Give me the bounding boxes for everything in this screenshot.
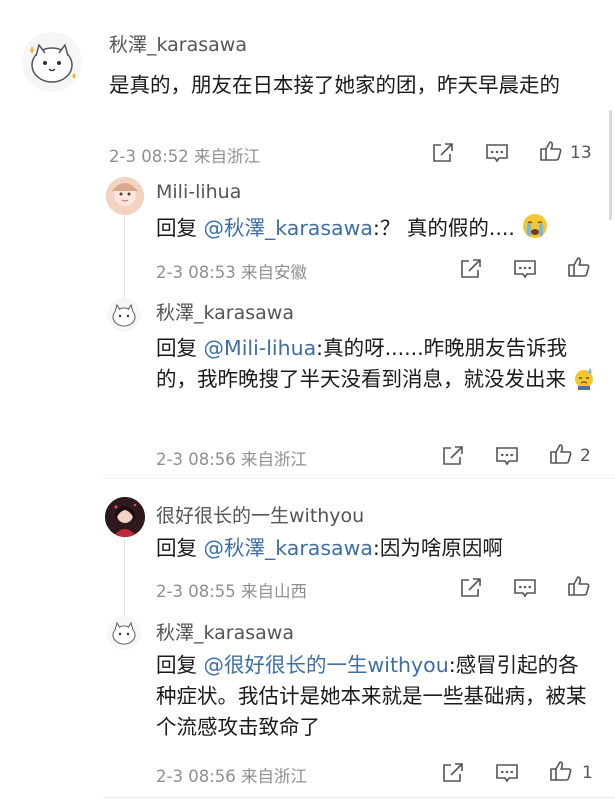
avatar[interactable]: [105, 497, 145, 537]
reply-meta: 2-3 08:56 来自浙江: [156, 450, 307, 469]
avatar-photo-icon: [106, 177, 144, 215]
reply-text: 回复 @秋澤_karasawa:因为啥原因啊: [156, 533, 596, 564]
avatar[interactable]: [107, 298, 141, 332]
share-icon[interactable]: [431, 142, 455, 164]
comment-icon[interactable]: [513, 577, 537, 599]
username[interactable]: Mili-lihua: [156, 181, 241, 203]
reply-prefix: 回复: [156, 653, 204, 677]
reply-body: :因为啥原因啊: [372, 536, 503, 560]
reply-text: 回复 @很好很长的一生withyou:感冒引起的各种症状。我估计是她本来就是一些…: [156, 650, 596, 743]
divider: [103, 797, 615, 798]
reply-meta: 2-3 08:55 来自山西: [156, 582, 307, 601]
divider: [103, 478, 615, 479]
reply-body: :？ 真的假的....: [372, 216, 515, 240]
mention-link[interactable]: @Mili-lihua: [204, 336, 317, 360]
like-count: 13: [570, 143, 592, 163]
comment-body: 是真的，朋友在日本接了她家的团，昨天早晨走的: [109, 73, 560, 97]
crying-face-icon: [521, 213, 549, 248]
like-count: 2: [580, 446, 591, 466]
share-icon[interactable]: [441, 445, 465, 467]
comment-meta: 2-3 08:52 来自浙江: [109, 147, 260, 166]
reply-prefix: 回复: [156, 336, 204, 360]
reply-meta: 2-3 08:56 来自浙江: [156, 767, 307, 786]
mention-link[interactable]: @很好很长的一生withyou: [204, 653, 449, 677]
share-icon[interactable]: [441, 762, 465, 784]
like-icon[interactable]: [539, 140, 563, 162]
comment-icon[interactable]: [485, 142, 509, 164]
username[interactable]: 秋澤_karasawa: [156, 298, 294, 325]
avatar[interactable]: [22, 32, 82, 92]
share-icon[interactable]: [459, 577, 483, 599]
comment-icon[interactable]: [495, 445, 519, 467]
avatar[interactable]: [107, 616, 141, 650]
thread-line: [124, 213, 125, 303]
reply-prefix: 回复: [156, 216, 204, 240]
reply-prefix: 回复: [156, 536, 204, 560]
avatar-photo-icon: [105, 497, 145, 537]
like-count: 1: [582, 763, 593, 783]
avatar-cartoon-icon: [112, 303, 136, 327]
mention-link[interactable]: @秋澤_karasawa: [204, 536, 373, 560]
username[interactable]: 秋澤_karasawa: [109, 30, 247, 57]
thread-line: [124, 533, 125, 621]
comment-icon[interactable]: [513, 258, 537, 280]
scrollbar[interactable]: [609, 110, 612, 220]
comment-text: 是真的，朋友在日本接了她家的团，昨天早晨走的: [109, 70, 599, 101]
username[interactable]: 秋澤_karasawa: [156, 618, 294, 645]
username[interactable]: 很好很长的一生withyou: [156, 501, 364, 528]
avatar[interactable]: [106, 177, 144, 215]
avatar-cartoon-icon: [112, 621, 136, 645]
reply-text: 回复 @Mili-lihua:真的呀......昨晚朋友告诉我的，我昨晚搜了半天…: [156, 333, 596, 399]
like-icon[interactable]: [549, 760, 573, 782]
reply-meta: 2-3 08:53 来自安徽: [156, 263, 307, 282]
sweat-face-icon: [573, 366, 595, 399]
mention-link[interactable]: @秋澤_karasawa: [204, 216, 373, 240]
avatar-cartoon-icon: [30, 43, 76, 83]
like-icon[interactable]: [549, 443, 573, 465]
share-icon[interactable]: [459, 258, 483, 280]
like-icon[interactable]: [567, 256, 591, 278]
comment-icon[interactable]: [495, 762, 519, 784]
reply-text: 回复 @秋澤_karasawa:？ 真的假的....: [156, 213, 596, 248]
like-icon[interactable]: [567, 575, 591, 597]
